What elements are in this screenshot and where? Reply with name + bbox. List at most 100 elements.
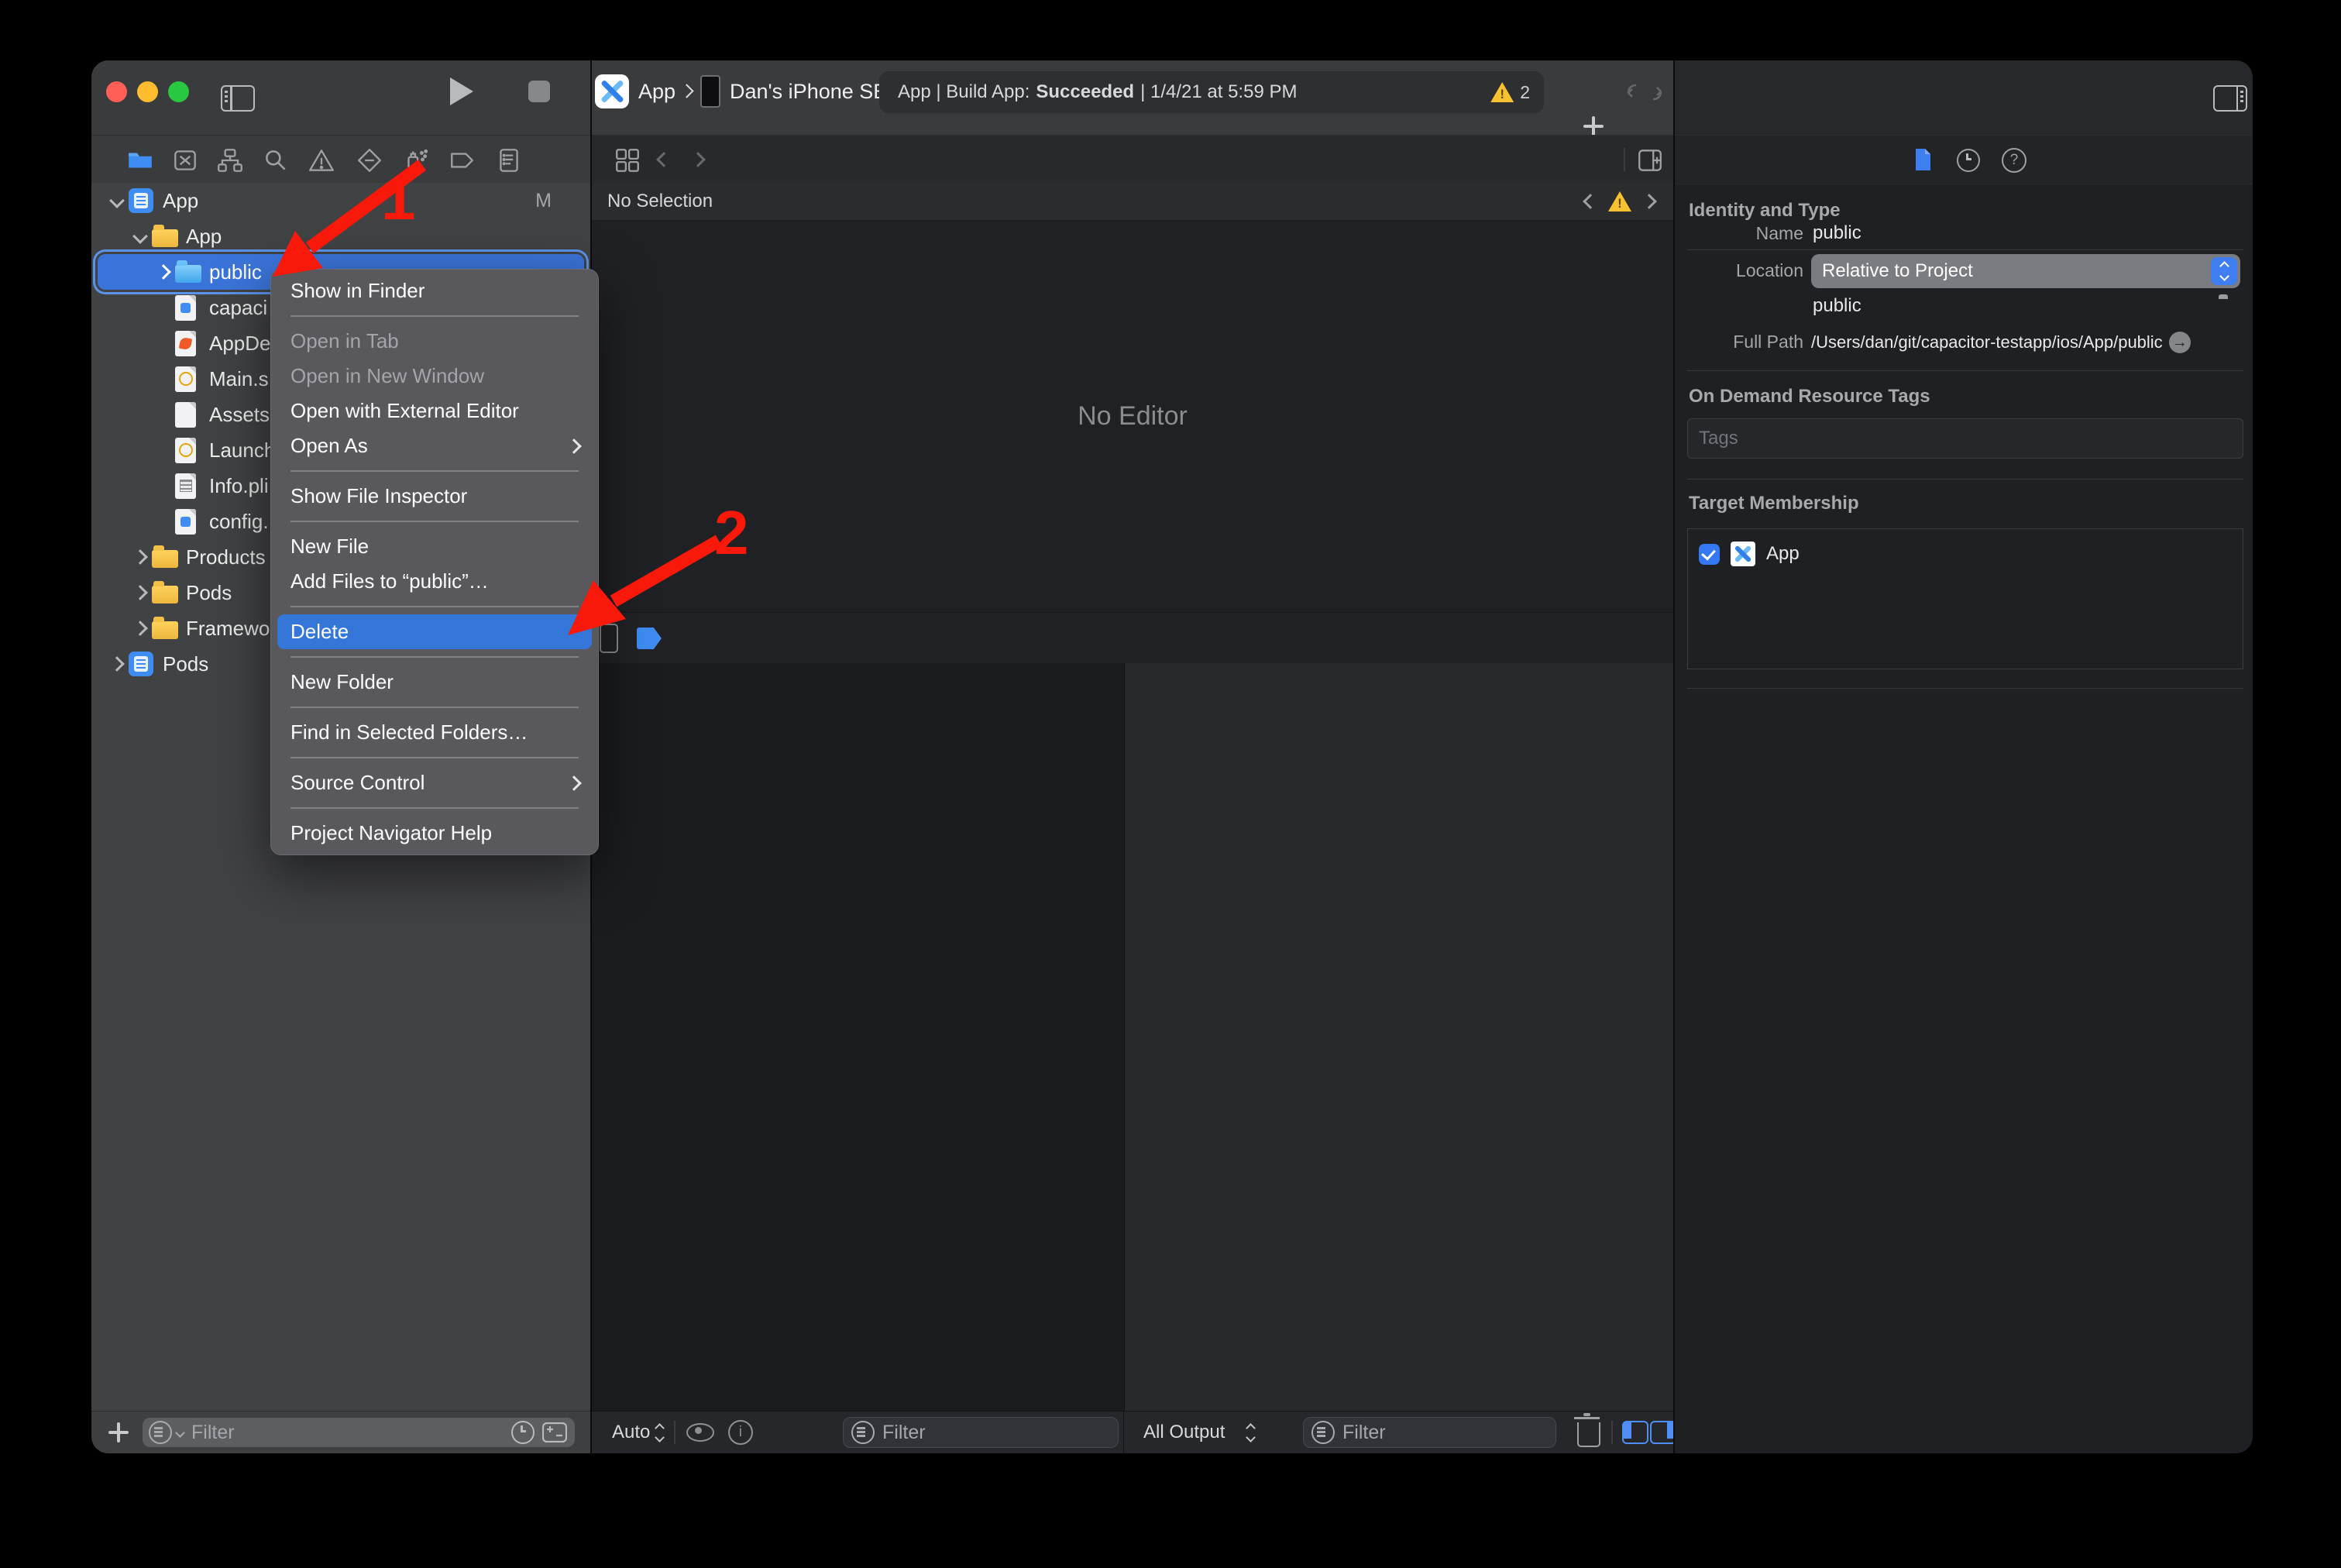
breakpoint-navigator-tab[interactable] xyxy=(448,146,476,174)
menu-item-add-files[interactable]: Add Files to “public”… xyxy=(271,564,598,599)
run-destination[interactable]: Dan's iPhone SE xyxy=(730,80,887,104)
minimize-window-button[interactable] xyxy=(137,81,158,102)
jump-bar[interactable]: No Selection ! xyxy=(592,183,1673,221)
debug-view-icon[interactable] xyxy=(600,624,618,653)
tree-item-label: App xyxy=(163,189,198,213)
file-inspector-tab[interactable] xyxy=(1910,147,1935,172)
forward-chevron-icon[interactable] xyxy=(690,152,706,167)
separator xyxy=(1123,1412,1124,1453)
clear-console-trash-icon[interactable] xyxy=(1577,1422,1600,1447)
stop-button[interactable] xyxy=(528,81,550,102)
tree-row-app-folder[interactable]: App xyxy=(91,218,590,254)
plus-minus-filter-icon[interactable] xyxy=(542,1422,567,1442)
activity-status-bar[interactable]: App | Build App: Succeeded | 1/4/21 at 5… xyxy=(879,71,1544,113)
submenu-chevron-icon xyxy=(566,775,582,791)
filter-placeholder: Filter xyxy=(191,1422,235,1444)
jump-bar-text: No Selection xyxy=(607,191,713,212)
storyboard-file-icon xyxy=(175,366,209,392)
disclosure-chevron-icon[interactable] xyxy=(129,231,152,242)
toggle-navigator-icon[interactable] xyxy=(221,85,255,112)
open-path-arrow-icon[interactable]: → xyxy=(2169,332,2191,353)
tree-item-label: Framewo xyxy=(186,617,270,641)
report-navigator-tab[interactable] xyxy=(495,146,523,174)
tree-item-label: Products xyxy=(186,545,266,569)
menu-item-find-in-selected-folders[interactable]: Find in Selected Folders… xyxy=(271,715,598,750)
new-tab-icon[interactable] xyxy=(1583,116,1604,136)
quicklook-eye-icon[interactable] xyxy=(686,1423,714,1442)
menu-item-show-in-finder[interactable]: Show in Finder xyxy=(271,273,598,308)
dropdown-stepper-icon xyxy=(2211,257,2237,285)
target-checkbox[interactable] xyxy=(1699,544,1720,565)
show-console-pane-icon[interactable] xyxy=(1650,1421,1676,1444)
menu-item-new-folder[interactable]: New Folder xyxy=(271,665,598,700)
console-scope-selector[interactable]: All Output xyxy=(1143,1422,1225,1443)
menu-item-delete[interactable]: Delete xyxy=(277,614,592,649)
next-issue-chevron-icon[interactable] xyxy=(1641,194,1657,209)
updown-chevron-icon xyxy=(1247,1425,1254,1441)
menu-item-open-in-tab: Open in Tab xyxy=(271,324,598,359)
console-view[interactable] xyxy=(1124,663,1674,1412)
issue-navigator-tab[interactable] xyxy=(308,146,335,174)
breakpoints-toggle-icon[interactable] xyxy=(637,628,662,649)
disclosure-chevron-icon[interactable] xyxy=(152,266,175,277)
add-item-icon[interactable] xyxy=(108,1422,129,1442)
tags-field[interactable]: Tags xyxy=(1687,418,2243,459)
scheme-name[interactable]: App xyxy=(638,80,675,104)
info-icon[interactable]: i xyxy=(728,1420,753,1445)
run-button[interactable] xyxy=(450,77,473,105)
disclosure-chevron-icon[interactable] xyxy=(129,623,152,634)
code-review-icon[interactable] xyxy=(1625,79,1664,105)
variables-filter-field[interactable]: Filter xyxy=(843,1417,1119,1448)
chevron-down-icon xyxy=(175,1428,185,1438)
variables-scope-selector[interactable]: Auto xyxy=(612,1422,650,1443)
app-scheme-icon[interactable] xyxy=(595,74,629,108)
related-items-icon[interactable] xyxy=(614,146,641,174)
disclosure-chevron-icon[interactable] xyxy=(129,587,152,598)
warning-count[interactable]: 2 xyxy=(1520,82,1530,103)
tree-item-label: Info.pli xyxy=(209,474,269,498)
source-control-navigator-tab[interactable] xyxy=(171,146,199,174)
disclosure-chevron-icon[interactable] xyxy=(105,658,129,669)
add-editor-icon[interactable] xyxy=(1636,146,1664,174)
menu-item-open-as[interactable]: Open As xyxy=(271,428,598,463)
project-navigator-tab[interactable] xyxy=(126,146,154,174)
menu-item-open-with-external-editor[interactable]: Open with External Editor xyxy=(271,394,598,428)
close-window-button[interactable] xyxy=(106,81,127,102)
location-dropdown[interactable]: Relative to Project xyxy=(1811,254,2240,288)
test-navigator-tab[interactable] xyxy=(356,146,383,174)
disclosure-chevron-icon[interactable] xyxy=(105,195,129,206)
tree-row-app-project[interactable]: App M xyxy=(91,183,590,218)
variables-view[interactable] xyxy=(592,663,1123,1412)
debug-area xyxy=(592,663,1673,1412)
help-inspector-tab[interactable]: ? xyxy=(2002,148,2026,173)
zoom-window-button[interactable] xyxy=(168,81,189,102)
annotation-step-1: 1 xyxy=(381,163,416,234)
menu-divider xyxy=(290,807,579,809)
menu-item-show-file-inspector[interactable]: Show File Inspector xyxy=(271,479,598,514)
submenu-chevron-icon xyxy=(566,438,582,454)
menu-item-new-file[interactable]: New File xyxy=(271,529,598,564)
toggle-inspector-icon[interactable] xyxy=(2213,85,2247,112)
recent-files-icon[interactable] xyxy=(511,1421,535,1444)
warning-icon[interactable]: ! xyxy=(1490,82,1514,102)
app-target-icon xyxy=(1731,542,1755,566)
previous-issue-chevron-icon[interactable] xyxy=(1583,194,1598,209)
show-variables-pane-icon[interactable] xyxy=(1622,1421,1648,1444)
tags-placeholder: Tags xyxy=(1699,428,1738,449)
target-row[interactable]: App xyxy=(1699,542,2243,566)
source-control-status-badge: M xyxy=(535,190,590,212)
menu-divider xyxy=(290,656,579,658)
history-inspector-tab[interactable] xyxy=(1957,149,1980,172)
disclosure-chevron-icon[interactable] xyxy=(129,552,152,562)
find-navigator-tab[interactable] xyxy=(262,146,290,174)
back-chevron-icon[interactable] xyxy=(656,152,672,167)
console-filter-field[interactable]: Filter xyxy=(1303,1417,1556,1448)
name-value[interactable]: public xyxy=(1813,222,1861,244)
fullpath-label: Full Path xyxy=(1675,332,1803,352)
menu-item-source-control[interactable]: Source Control xyxy=(271,765,598,800)
symbol-navigator-tab[interactable] xyxy=(216,146,244,174)
warning-icon[interactable]: ! xyxy=(1608,191,1631,211)
debug-bottom-bar: Auto i Filter All Output Filter xyxy=(592,1411,1673,1453)
navigator-filter-field[interactable]: Filter xyxy=(143,1418,575,1447)
menu-item-project-navigator-help[interactable]: Project Navigator Help xyxy=(271,816,598,851)
